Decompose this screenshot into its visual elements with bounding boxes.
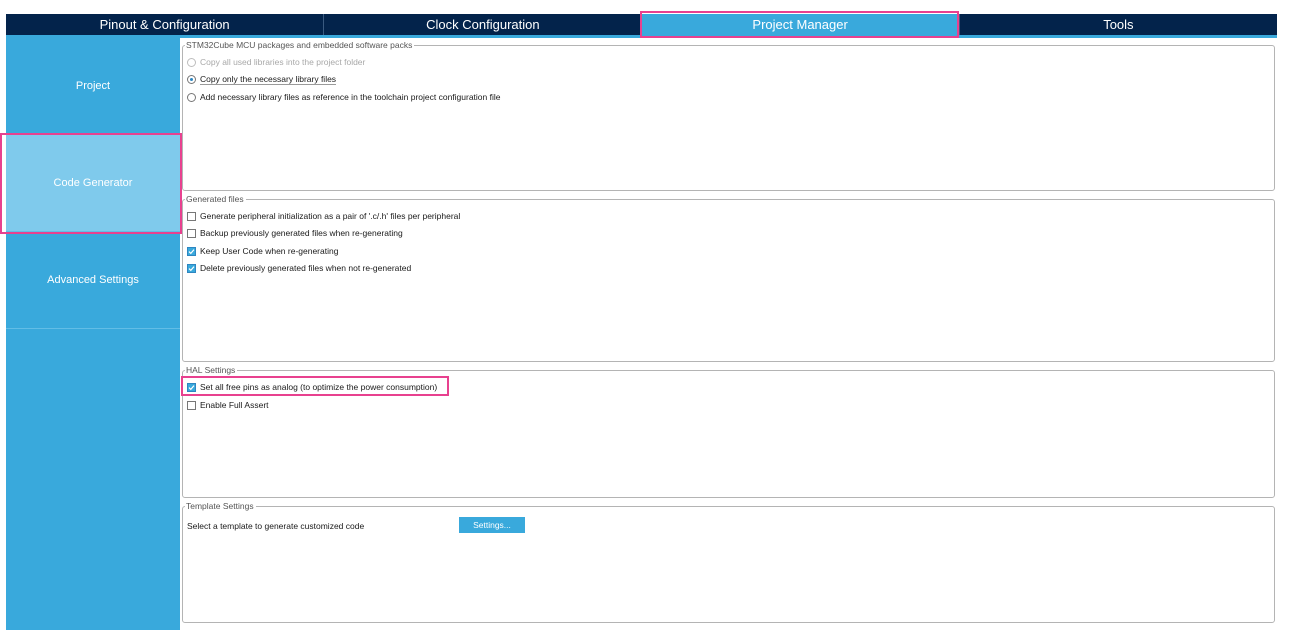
option-label: Backup previously generated files when r…: [200, 228, 403, 238]
option-label: Set all free pins as analog (to optimize…: [200, 382, 438, 392]
check-mark-icon[interactable]: [187, 382, 196, 392]
option-generate-peripheral-pairs[interactable]: Generate peripheral initialization as a …: [187, 211, 460, 221]
option-label: Generate peripheral initialization as a …: [200, 211, 461, 221]
sidebar-item-code-generator[interactable]: Code Generator: [6, 135, 180, 232]
template-description: Select a template to generate customized…: [187, 521, 365, 531]
sidebar-item-project[interactable]: Project: [6, 38, 180, 135]
radio-dot-icon[interactable]: [187, 75, 196, 84]
tab-pinout-configuration[interactable]: Pinout & Configuration: [6, 14, 323, 35]
main-tab-bar: Pinout & Configuration Clock Configurati…: [6, 14, 1277, 35]
option-label: Delete previously generated files when n…: [200, 263, 412, 273]
hal-settings-group: HAL Settings Set all free pins as analog…: [182, 364, 1275, 498]
generated-files-group: Generated files Generate peripheral init…: [182, 193, 1275, 362]
radio-icon[interactable]: [187, 57, 196, 67]
option-copy-necessary-libraries[interactable]: Copy only the necessary library files: [187, 74, 337, 85]
option-keep-user-code[interactable]: Keep User Code when re-generating: [187, 246, 338, 256]
check-mark-icon[interactable]: [187, 263, 196, 273]
option-label: Keep User Code when re-generating: [200, 246, 339, 256]
option-free-pins-analog[interactable]: Set all free pins as analog (to optimize…: [187, 382, 437, 392]
generated-files-legend: Generated files: [185, 193, 246, 205]
checkbox-icon[interactable]: [187, 211, 196, 221]
checkbox-icon[interactable]: [187, 400, 196, 410]
option-label: Add necessary library files as reference…: [200, 92, 501, 102]
option-add-library-references[interactable]: Add necessary library files as reference…: [187, 92, 501, 102]
project-manager-sidebar: Project Code Generator Advanced Settings: [6, 38, 180, 630]
tab-underline: [6, 35, 1277, 38]
sidebar-item-advanced-settings[interactable]: Advanced Settings: [6, 232, 180, 329]
template-settings-legend: Template Settings: [185, 500, 256, 512]
template-settings-group: Template Settings Select a template to g…: [182, 500, 1275, 623]
template-settings-button[interactable]: Settings...: [459, 517, 525, 533]
hal-settings-legend: HAL Settings: [185, 364, 238, 376]
tab-project-manager[interactable]: Project Manager: [641, 14, 959, 35]
radio-icon[interactable]: [187, 92, 196, 102]
option-enable-full-assert[interactable]: Enable Full Assert: [187, 400, 269, 410]
tab-clock-configuration[interactable]: Clock Configuration: [323, 14, 641, 35]
option-label: Copy all used libraries into the project…: [200, 57, 366, 67]
checkbox-icon[interactable]: [187, 228, 196, 238]
option-backup-generated-files[interactable]: Backup previously generated files when r…: [187, 228, 403, 238]
packages-group: STM32Cube MCU packages and embedded soft…: [182, 39, 1275, 191]
option-label: Enable Full Assert: [200, 400, 269, 410]
option-label: Copy only the necessary library files: [200, 74, 337, 85]
check-mark-icon[interactable]: [187, 246, 196, 256]
option-copy-all-libraries[interactable]: Copy all used libraries into the project…: [187, 57, 365, 67]
packages-legend: STM32Cube MCU packages and embedded soft…: [185, 39, 415, 51]
option-delete-generated-files[interactable]: Delete previously generated files when n…: [187, 263, 411, 273]
tab-tools[interactable]: Tools: [958, 14, 1277, 35]
